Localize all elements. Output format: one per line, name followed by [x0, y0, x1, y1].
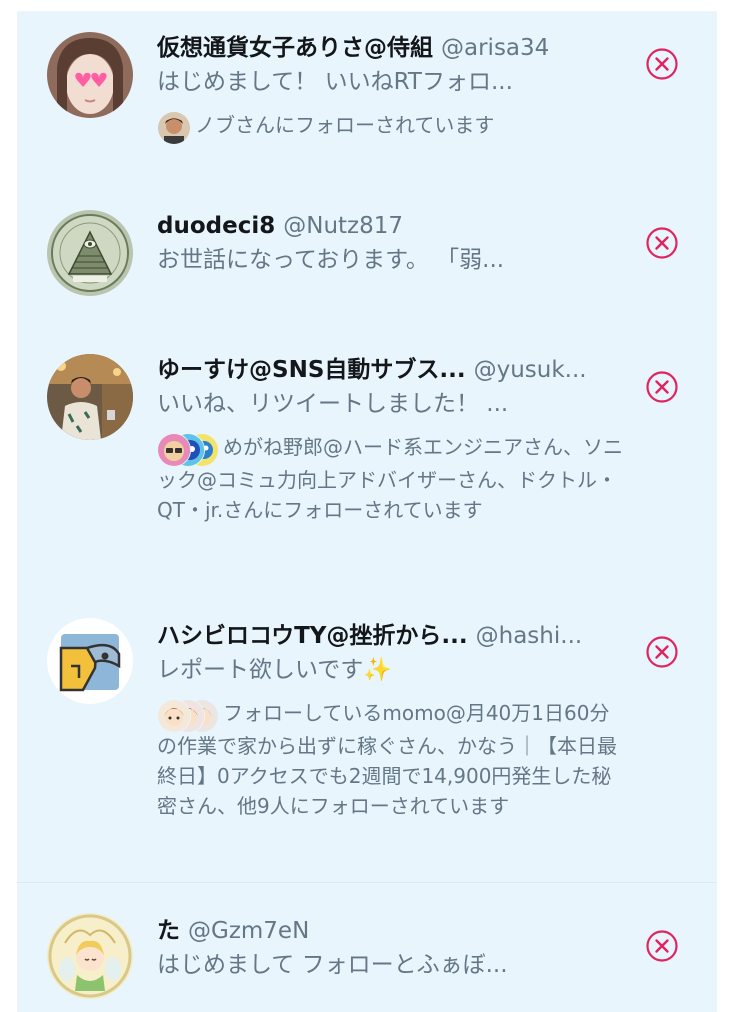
avatar[interactable]	[47, 618, 133, 704]
dismiss-button[interactable]	[645, 370, 679, 404]
glasses-character-icon	[158, 433, 190, 466]
illustrated-girl-icon	[158, 699, 190, 732]
screen-name[interactable]: @arisa34	[441, 32, 549, 64]
account-name-line[interactable]: 仮想通貨女子ありさ@侍組 @arisa34	[157, 32, 629, 64]
bio-text: お世話になっております。 「弱...	[157, 247, 505, 273]
man-in-cafe-avatar-icon	[47, 354, 133, 440]
shoebill-bird-avatar-icon	[47, 618, 133, 704]
x-circle-icon	[646, 48, 678, 80]
mini-avatar	[157, 698, 191, 733]
x-circle-icon	[646, 930, 678, 962]
display-name[interactable]: た	[157, 915, 180, 947]
mini-avatar	[157, 432, 191, 467]
avatar[interactable]	[47, 913, 133, 999]
followed-by-avatars	[157, 432, 219, 467]
x-circle-icon	[646, 227, 678, 259]
account-name-line[interactable]: ゆーすけ@SNS自動サブス... @yusuk...	[157, 354, 629, 386]
bio-text: はじめまして！ いいねRTフォロ...	[157, 69, 513, 95]
woman-with-heart-sunglasses-avatar-icon	[47, 32, 133, 118]
followed-by-text: ノブさんにフォローされています	[195, 113, 495, 137]
display-name[interactable]: ゆーすけ@SNS自動サブス...	[157, 354, 466, 386]
fairy-illustration-avatar-icon	[47, 913, 133, 999]
dismiss-button[interactable]	[645, 929, 679, 963]
mini-avatar	[157, 110, 191, 145]
avatar[interactable]	[47, 32, 133, 118]
bio-text: はじめまして フォローとふぁぼ...	[157, 952, 508, 978]
pyramid-eye-seal-avatar-icon	[47, 210, 133, 296]
bio-text: いいね、リツイートしました！ ...	[157, 391, 509, 417]
dismiss-button[interactable]	[645, 226, 679, 260]
account-row-gzm7en[interactable]: た @Gzm7eN はじめまして フォローとふぁぼ...	[17, 895, 717, 1012]
x-circle-icon	[646, 371, 678, 403]
row-divider	[17, 882, 717, 883]
followed-by: フォローしているmomo@月40万1日60分の作業で家から出ずに稼ぐさん、かなう…	[157, 698, 629, 821]
account-name-line[interactable]: ハシビロコウTY@挫折から... @hashi...	[157, 620, 629, 652]
display-name[interactable]: ハシビロコウTY@挫折から...	[157, 620, 468, 652]
screen-name[interactable]: @Nutz817	[283, 210, 403, 242]
screen-name[interactable]: @hashi...	[476, 620, 583, 652]
followed-by: めがね野郎@ハード系エンジニアさん、ソニック@コミュ力向上アドバイザーさん、ドク…	[157, 432, 629, 525]
x-circle-icon	[646, 636, 678, 668]
bio-text: レポート欲しいです✨	[157, 654, 629, 686]
followed-by-text: フォローしているmomo@月40万1日60分の作業で家から出ずに稼ぐさん、かなう…	[157, 701, 617, 818]
screen-name[interactable]: @Gzm7eN	[188, 915, 309, 947]
bio-text-content: レポート欲しいです	[157, 657, 364, 683]
account-name-line[interactable]: た @Gzm7eN	[157, 915, 629, 947]
account-row-yusuke[interactable]: ゆーすけ@SNS自動サブス... @yusuk... いいね、リツイートしました…	[17, 334, 717, 596]
account-name-line[interactable]: duodeci8 @Nutz817	[157, 210, 629, 242]
account-row-hashi[interactable]: ハシビロコウTY@挫折から... @hashi... レポート欲しいです✨ フォ…	[17, 600, 717, 882]
sparkles-icon: ✨	[363, 657, 392, 683]
followed-by-text: めがね野郎@ハード系エンジニアさん、ソニック@コミュ力向上アドバイザーさん、ドク…	[157, 435, 623, 522]
avatar[interactable]	[47, 210, 133, 296]
avatar[interactable]	[47, 354, 133, 440]
display-name[interactable]: 仮想通貨女子ありさ@侍組	[157, 32, 433, 64]
dismiss-button[interactable]	[645, 47, 679, 81]
man-portrait-icon	[158, 111, 190, 144]
account-row-nutz817[interactable]: duodeci8 @Nutz817 お世話になっております。 「弱...	[17, 190, 717, 310]
account-row-arisa34[interactable]: 仮想通貨女子ありさ@侍組 @arisa34 はじめまして！ いいねRTフォロ..…	[17, 12, 717, 172]
followed-by-avatars	[157, 110, 191, 145]
display-name[interactable]: duodeci8	[157, 210, 275, 242]
followed-by: ノブさんにフォローされています	[157, 110, 629, 145]
dismiss-button[interactable]	[645, 635, 679, 669]
screen-name[interactable]: @yusuk...	[474, 354, 587, 386]
followed-by-avatars	[157, 698, 219, 733]
